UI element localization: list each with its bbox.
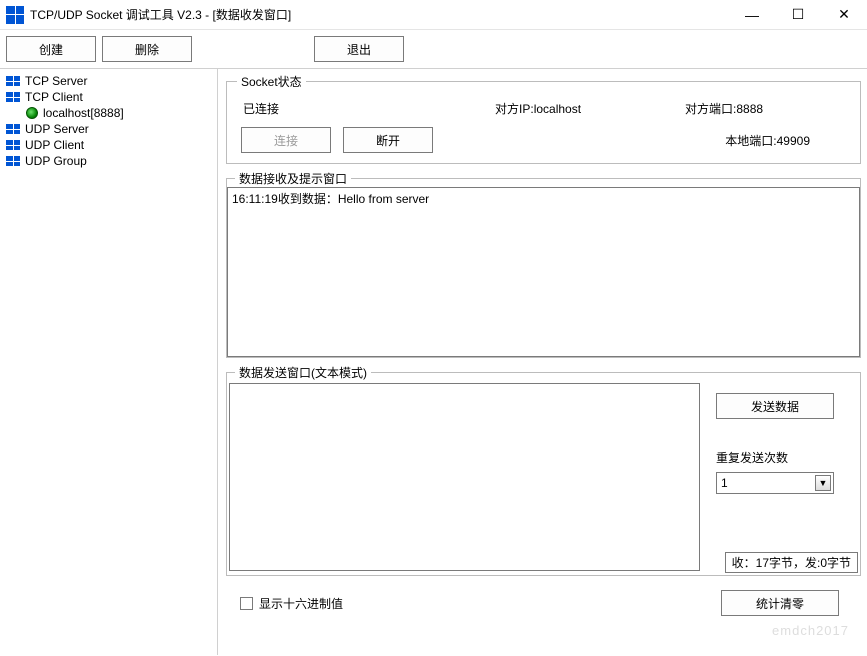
repeat-value: 1 (721, 476, 728, 490)
tree-item-connection[interactable]: localhost[8888] (4, 105, 213, 121)
client-icon (6, 140, 20, 150)
send-legend: 数据发送窗口(文本模式) (235, 364, 371, 381)
clear-stats-button[interactable]: 统计清零 (721, 590, 839, 616)
group-icon (6, 156, 20, 166)
disconnect-button[interactable]: 断开 (343, 127, 433, 153)
hex-checkbox[interactable] (240, 597, 253, 610)
minimize-button[interactable]: — (729, 0, 775, 30)
window-controls: — ☐ ✕ (729, 0, 867, 30)
receive-textarea[interactable]: 16:11:19收到数据：Hello from server (227, 187, 860, 357)
tree-label: UDP Client (25, 138, 84, 152)
socket-status-legend: Socket状态 (237, 73, 306, 90)
tree-item-udp-server[interactable]: UDP Server (4, 121, 213, 137)
repeat-label: 重复发送次数 (716, 449, 852, 466)
receive-legend: 数据接收及提示窗口 (235, 170, 351, 187)
stats-line: 收：17字节，发:0字节 (725, 552, 858, 573)
tree-label: TCP Client (25, 90, 83, 104)
tree-label: localhost[8888] (43, 106, 124, 120)
main-panel: Socket状态 已连接 对方IP:localhost 对方端口:8888 连接… (218, 69, 867, 655)
send-group: 数据发送窗口(文本模式) 发送数据 重复发送次数 1 ▼ 收：17字节，发:0字… (226, 364, 861, 576)
connection-icon (26, 107, 38, 119)
tree-label: TCP Server (25, 74, 87, 88)
create-button[interactable]: 创建 (6, 36, 96, 62)
app-icon (6, 6, 24, 24)
receive-line: 16:11:19收到数据：Hello from server (232, 190, 855, 207)
window-title: TCP/UDP Socket 调试工具 V2.3 - [数据收发窗口] (30, 6, 291, 23)
server-icon (6, 124, 20, 134)
socket-status-group: Socket状态 已连接 对方IP:localhost 对方端口:8888 连接… (226, 73, 861, 164)
close-button[interactable]: ✕ (821, 0, 867, 30)
local-port: 本地端口:49909 (725, 132, 810, 149)
hex-label: 显示十六进制值 (259, 595, 343, 612)
maximize-button[interactable]: ☐ (775, 0, 821, 30)
chevron-down-icon: ▼ (815, 475, 831, 491)
tree-item-tcp-client[interactable]: TCP Client (4, 89, 213, 105)
tree-label: UDP Group (25, 154, 87, 168)
server-icon (6, 76, 20, 86)
tree-item-tcp-server[interactable]: TCP Server (4, 73, 213, 89)
send-textarea[interactable] (229, 383, 700, 571)
tree-item-udp-group[interactable]: UDP Group (4, 153, 213, 169)
peer-port: 对方端口:8888 (685, 100, 763, 117)
tree-item-udp-client[interactable]: UDP Client (4, 137, 213, 153)
bottom-row: 显示十六进制值 统计清零 (226, 582, 861, 616)
sidebar-tree: TCP Server TCP Client localhost[8888] UD… (0, 69, 218, 655)
peer-ip: 对方IP:localhost (495, 100, 675, 117)
repeat-count-select[interactable]: 1 ▼ (716, 472, 834, 494)
exit-button[interactable]: 退出 (314, 36, 404, 62)
status-value: 已连接 (237, 100, 485, 117)
titlebar: TCP/UDP Socket 调试工具 V2.3 - [数据收发窗口] — ☐ … (0, 0, 867, 30)
receive-group: 数据接收及提示窗口 16:11:19收到数据：Hello from server (226, 170, 861, 358)
toolbar: 创建 删除 退出 (0, 30, 867, 69)
client-icon (6, 92, 20, 102)
delete-button[interactable]: 删除 (102, 36, 192, 62)
connect-button[interactable]: 连接 (241, 127, 331, 153)
send-button[interactable]: 发送数据 (716, 393, 834, 419)
tree-label: UDP Server (25, 122, 89, 136)
